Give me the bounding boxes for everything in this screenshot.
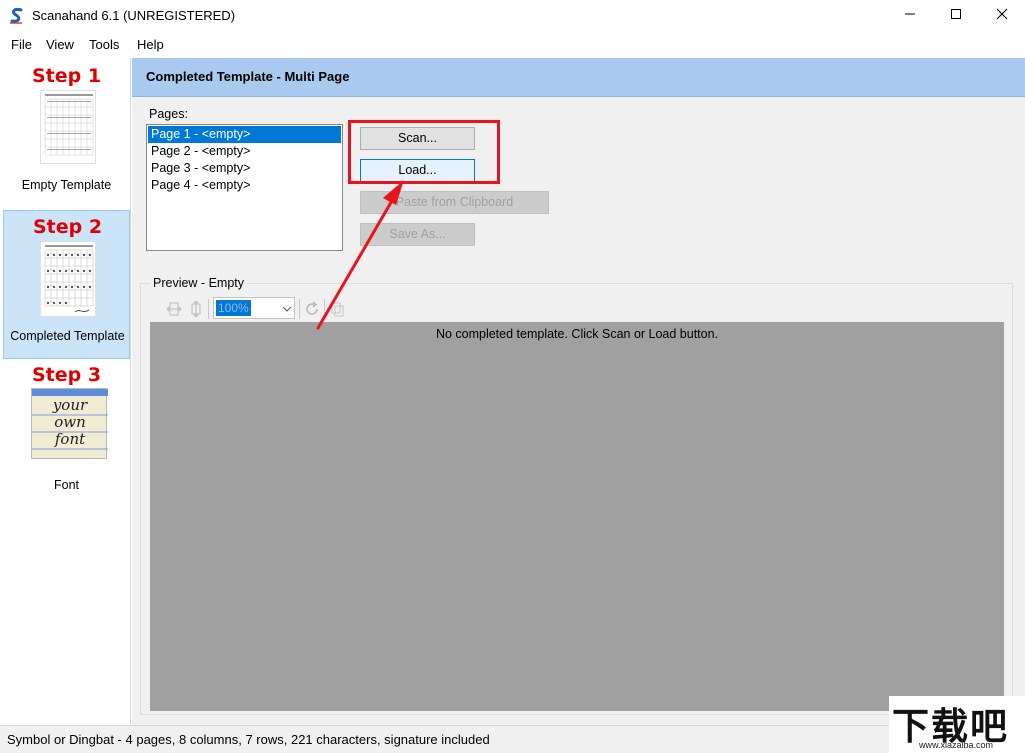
annotation-highlight-box: [348, 120, 500, 184]
completed-template-thumbnail: [40, 241, 96, 317]
chevron-down-icon: [282, 302, 292, 317]
zoom-select[interactable]: 100%: [213, 297, 295, 319]
font-sample-line-1: your: [52, 396, 88, 414]
preview-group: Preview - Empty 100% No completed templa…: [140, 276, 1013, 715]
menu-view[interactable]: View: [46, 37, 74, 52]
steps-panel: Step 1 Empty Template Step 2 Completed T…: [0, 58, 131, 725]
minimize-icon: [904, 8, 916, 23]
empty-template-thumbnail: [40, 90, 96, 164]
paste-from-clipboard-button[interactable]: Paste from Clipboard: [360, 191, 549, 214]
font-sample-line-2: own: [54, 413, 86, 431]
header-band: Completed Template - Multi Page: [132, 58, 1025, 97]
copy-icon[interactable]: [327, 299, 347, 319]
maximize-button[interactable]: [933, 0, 979, 31]
title-bar: Scanahand 6.1 (UNREGISTERED): [0, 0, 1025, 32]
close-icon: [996, 8, 1008, 23]
menu-tools[interactable]: Tools: [89, 37, 119, 52]
rotate-icon[interactable]: [302, 299, 322, 319]
page-title: Completed Template - Multi Page: [146, 69, 350, 84]
minimize-button[interactable]: [887, 0, 933, 31]
menu-file[interactable]: File: [11, 37, 32, 52]
menu-help[interactable]: Help: [137, 37, 164, 52]
menu-bar: File View Tools Help: [0, 32, 1025, 58]
preview-area: No completed template. Click Scan or Loa…: [150, 322, 1004, 711]
page-list-item-3[interactable]: Page 3 - <empty>: [148, 160, 341, 177]
page-list-item-2[interactable]: Page 2 - <empty>: [148, 143, 341, 160]
preview-message: No completed template. Click Scan or Loa…: [435, 327, 719, 341]
step-font[interactable]: Step 3 your own font Font: [3, 361, 130, 501]
fit-width-icon[interactable]: [164, 299, 184, 319]
preview-label: Preview - Empty: [150, 276, 247, 290]
page-list-item-1[interactable]: Page 1 - <empty>: [148, 126, 341, 143]
status-text: Symbol or Dingbat - 4 pages, 8 columns, …: [7, 732, 490, 747]
pages-list[interactable]: Page 1 - <empty> Page 2 - <empty> Page 3…: [146, 124, 343, 251]
status-bar: Symbol or Dingbat - 4 pages, 8 columns, …: [0, 725, 1025, 753]
zoom-value: 100%: [216, 300, 251, 316]
font-sample-line-3: font: [54, 430, 86, 448]
close-button[interactable]: [979, 0, 1025, 31]
step-caption: Completed Template: [10, 329, 125, 343]
watermark-url: www.xiazaiba.com: [919, 740, 994, 750]
toolbar-separator: [208, 299, 209, 319]
step-title: Step 2: [32, 216, 103, 238]
preview-toolbar: 100%: [150, 296, 1012, 322]
fit-height-icon[interactable]: [186, 299, 206, 319]
toolbar-separator: [299, 299, 300, 319]
font-thumbnail: your own font: [31, 388, 108, 459]
app-logo-icon: [8, 7, 26, 25]
page-list-item-4[interactable]: Page 4 - <empty>: [148, 177, 341, 194]
step-caption: Empty Template: [21, 178, 112, 192]
step-empty-template[interactable]: Step 1 Empty Template: [3, 60, 130, 208]
step-caption: Font: [53, 478, 79, 492]
main-content: Completed Template - Multi Page Pages: P…: [132, 58, 1025, 725]
step-title: Step 3: [31, 364, 102, 386]
pages-label: Pages:: [149, 107, 188, 121]
save-as-button[interactable]: Save As...: [360, 223, 475, 246]
window-title: Scanahand 6.1 (UNREGISTERED): [32, 8, 236, 23]
maximize-icon: [950, 8, 962, 23]
watermark: 下载吧 www.xiazaiba.com: [889, 696, 1025, 753]
step-completed-template[interactable]: Step 2 Completed Template: [3, 210, 130, 359]
step-title: Step 1: [31, 65, 102, 87]
toolbar-separator: [324, 299, 325, 319]
